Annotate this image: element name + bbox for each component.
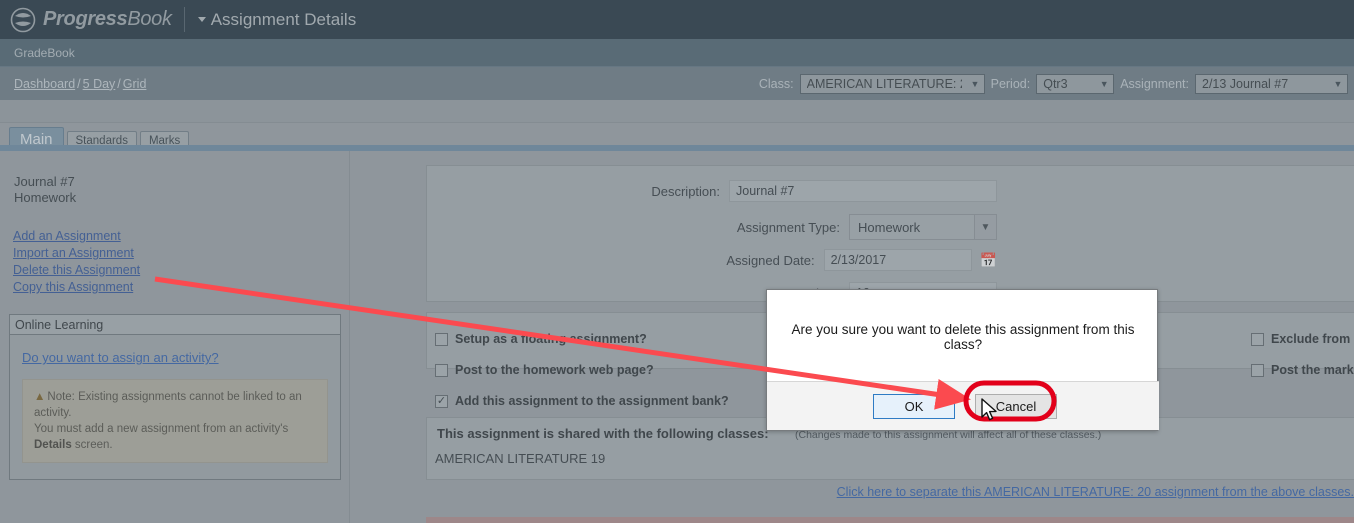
selector-group: Class: AMERICAN LITERATURE: 20 ▼ Period:… [758, 73, 1354, 94]
option-floating-assignment[interactable]: Setup as a floating assignment? [435, 332, 647, 346]
breadcrumb-item-5day[interactable]: 5 Day [83, 77, 116, 91]
screenshot-root: ProgressBook Assignment Details GradeBoo… [0, 0, 1354, 523]
checkbox-post-the-marks[interactable] [1251, 363, 1264, 377]
note-text-1: Note: Existing assignments cannot be lin… [34, 391, 302, 419]
top-header-bar: ProgressBook Assignment Details [0, 0, 1354, 39]
page-title-menu[interactable]: Assignment Details [197, 9, 357, 30]
brand-light: Book [127, 8, 172, 30]
period-selector-label: Period: [990, 76, 1031, 91]
sidebar-assignment-name: Journal #7 [14, 174, 75, 189]
note-line-2: You must add a new assignment from an ac… [34, 421, 316, 437]
assigned-date-input[interactable]: 2/13/2017 [823, 249, 972, 271]
chevron-down-icon: ▼ [1333, 78, 1343, 89]
sidebar-assignment-header: Journal #7 Homework [0, 151, 350, 206]
separate-assignment-link[interactable]: Click here to separate this AMERICAN LIT… [837, 485, 1354, 499]
header-divider [183, 7, 185, 32]
note-line-3: Details screen. [34, 437, 316, 453]
shared-class-item: AMERICAN LITERATURE 19 [435, 451, 606, 466]
option-add-to-assignment-bank[interactable]: ✓ Add this assignment to the assignment … [435, 394, 729, 408]
checkbox-floating-assignment[interactable] [435, 332, 448, 346]
breadcrumb: Dashboard/5 Day / Grid [0, 77, 146, 91]
sidebar-link-add-assignment[interactable]: Add an Assignment [13, 228, 350, 245]
warning-triangle-icon: ▲ [34, 391, 46, 403]
description-label: Description: [651, 183, 720, 199]
sidebar-link-list: Add an Assignment Import an Assignment D… [0, 206, 350, 296]
mouse-pointer-icon [981, 398, 997, 421]
note-text-2: You must add a new assignment from an ac… [34, 423, 289, 435]
note-line-1: ▲ Note: Existing assignments cannot be li… [34, 389, 316, 421]
chevron-down-icon: ▼ [970, 78, 980, 89]
option-label: Setup as a floating assignment? [455, 332, 647, 346]
breadcrumb-separator: / [117, 76, 121, 91]
assignment-type-label: Assignment Type: [736, 219, 840, 235]
assignment-selector-value: 2/13 Journal #7 [1202, 76, 1289, 91]
sidebar-link-import-assignment[interactable]: Import an Assignment [13, 245, 350, 262]
note-bold-details: Details [34, 439, 72, 451]
progressbook-logo[interactable]: ProgressBook [0, 7, 172, 33]
application-name: GradeBook [14, 45, 75, 60]
online-learning-panel: Online Learning Do you want to assign an… [9, 314, 341, 480]
sidebar-link-delete-assignment[interactable]: Delete this Assignment [13, 262, 350, 279]
form-row-description: Description: Journal #7 [427, 180, 997, 202]
shared-classes-title: This assignment is shared with the follo… [437, 426, 769, 441]
sidebar-assignment-type: Homework [14, 190, 77, 205]
ok-button[interactable]: OK [873, 393, 955, 419]
option-label: Post to the homework web page? [455, 363, 654, 377]
class-selector-label: Class: [758, 76, 794, 91]
description-input[interactable]: Journal #7 [729, 180, 997, 202]
assignment-type-value: Homework [858, 219, 921, 235]
application-page: ProgressBook Assignment Details GradeBoo… [0, 0, 1354, 523]
checkbox-exclude-from-student[interactable] [1251, 332, 1264, 346]
online-learning-header: Online Learning [10, 315, 340, 335]
brand-bold: Progress [43, 8, 128, 30]
confirm-delete-dialog: Are you sure you want to delete this ass… [766, 289, 1159, 431]
assign-activity-link[interactable]: Do you want to assign an activity? [22, 350, 219, 365]
class-selector[interactable]: AMERICAN LITERATURE: 20 ▼ [799, 73, 985, 94]
breadcrumb-separator: / [77, 76, 81, 91]
option-label: Add this assignment to the assignment ba… [455, 394, 729, 408]
page-title: Assignment Details [210, 9, 357, 29]
note-text-3: screen. [71, 439, 113, 451]
option-exclude-from-student[interactable]: Exclude from st [1251, 332, 1354, 346]
period-selector[interactable]: Qtr3 ▼ [1036, 73, 1115, 94]
breadcrumb-item-grid[interactable]: Grid [123, 77, 147, 91]
brand-text: ProgressBook [43, 8, 172, 31]
progressbook-logo-icon [10, 7, 36, 33]
assigned-date-label: Assigned Date: [726, 252, 815, 268]
chevron-down-icon: ▼ [974, 215, 996, 239]
spacer-bar [0, 100, 1354, 123]
application-bar: GradeBook [0, 39, 1354, 67]
dialog-message: Are you sure you want to delete this ass… [791, 321, 1135, 352]
option-post-homework-web-page[interactable]: Post to the homework web page? [435, 363, 654, 377]
navigation-bar: Dashboard/5 Day / Grid Class: AMERICAN LIT… [0, 67, 1354, 100]
option-label: Exclude from st [1271, 332, 1354, 346]
checkbox-add-to-assignment-bank[interactable]: ✓ [435, 394, 448, 408]
option-post-the-marks[interactable]: Post the marks [1251, 363, 1354, 377]
online-learning-body: Do you want to assign an activity? ▲ Note… [10, 335, 340, 479]
assignment-form: Description: Journal #7 Assignment Type:… [426, 165, 1354, 304]
breadcrumb-item-dashboard[interactable]: Dashboard [14, 77, 75, 91]
online-learning-note: ▲ Note: Existing assignments cannot be li… [22, 379, 328, 463]
sidebar: Journal #7 Homework Add an Assignment Im… [0, 151, 350, 523]
assignment-type-select[interactable]: Homework ▼ [849, 214, 997, 240]
period-selector-value: Qtr3 [1043, 76, 1068, 91]
class-selector-value: AMERICAN LITERATURE: 20 [806, 76, 963, 91]
dialog-button-bar: OK Cancel [767, 381, 1159, 430]
form-row-assigned-date: Assigned Date: 2/13/2017 📅 [427, 249, 997, 271]
bottom-accent-bar [426, 517, 1354, 523]
assignment-selector-label: Assignment: [1120, 76, 1189, 91]
sidebar-link-copy-assignment[interactable]: Copy this Assignment [13, 279, 350, 296]
checkbox-post-homework-web-page[interactable] [435, 363, 448, 377]
caret-down-icon [197, 17, 206, 22]
calendar-icon[interactable]: 📅 [980, 253, 997, 267]
chevron-down-icon: ▼ [1099, 78, 1109, 89]
form-row-assignment-type: Assignment Type: Homework ▼ [427, 214, 997, 240]
option-label: Post the marks [1271, 363, 1354, 377]
assignment-selector[interactable]: 2/13 Journal #7 ▼ [1195, 73, 1348, 94]
